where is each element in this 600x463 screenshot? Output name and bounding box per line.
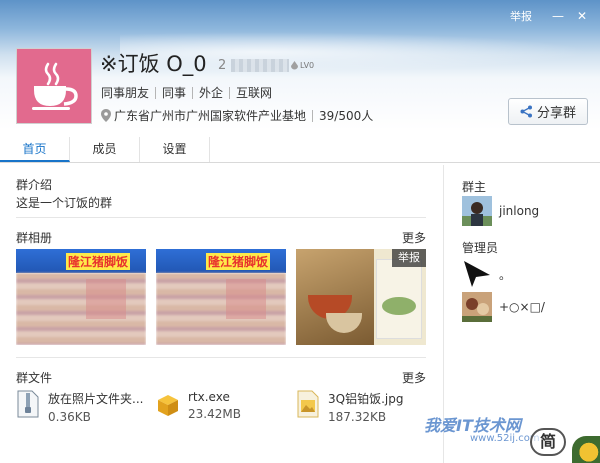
share-icon (520, 105, 532, 118)
share-button-label: 分享群 (536, 106, 576, 121)
owner-member[interactable]: jinlong (462, 196, 539, 226)
group-tags: 同事朋友 同事 外企 互联网 (101, 84, 272, 101)
album-more-link[interactable]: 更多 (402, 229, 426, 246)
tab-settings[interactable]: 设置 (140, 137, 210, 162)
file-name: 3Q铝铂饭.jpg (328, 392, 404, 406)
group-location: 广东省广州市广州国家软件产业基地 39/500人 (101, 107, 373, 124)
files-more-link[interactable]: 更多 (402, 369, 426, 386)
album-photo[interactable]: 隆江猪脚饭 (156, 249, 286, 345)
location-divider (312, 109, 314, 122)
file-item[interactable]: 放在照片文件夹... 0.36KB (16, 390, 143, 424)
avatar (462, 292, 492, 322)
exe-file-icon (156, 390, 180, 418)
member-name: jinlong (499, 204, 540, 218)
group-name: ※订饭 O_0 (100, 52, 207, 76)
tab-home[interactable]: 首页 (0, 137, 70, 162)
photo-blurred-content (156, 273, 286, 345)
group-id: 2 (218, 58, 227, 73)
group-level: LV0 (291, 61, 314, 70)
report-link[interactable]: 举报 (510, 8, 532, 24)
window-controls: 举报 — ✕ (510, 8, 594, 24)
admin-member[interactable]: 。 (462, 259, 511, 289)
divider (16, 217, 426, 218)
admin-title: 管理员 (462, 241, 499, 255)
tag-item: 外企 (199, 86, 224, 100)
file-item[interactable]: rtx.exe 23.42MB (156, 390, 241, 421)
image-file-icon (296, 390, 320, 418)
member-name: +○×□/ (499, 300, 545, 314)
tag-item: 同事 (162, 86, 187, 100)
location-pin-icon (101, 109, 111, 122)
file-size: 0.36KB (48, 410, 91, 424)
tag-item: 互联网 (236, 86, 273, 100)
tag-divider (192, 86, 194, 99)
tab-members[interactable]: 成员 (70, 137, 140, 162)
photo-food-plate (382, 297, 416, 315)
file-item[interactable]: 3Q铝铂饭.jpg 187.32KB (296, 390, 403, 424)
tag-divider (229, 86, 231, 99)
photo-report-button[interactable]: 举报 (392, 249, 426, 267)
tag-divider (155, 86, 157, 99)
avatar (462, 259, 492, 289)
avatar (462, 196, 492, 226)
tag-item: 同事朋友 (101, 86, 150, 100)
intro-text: 这是一个订饭的群 (16, 196, 113, 210)
simplified-chinese-button[interactable]: 简 (530, 428, 566, 456)
files-title: 群文件 (16, 371, 53, 385)
member-count: 39/500人 (319, 109, 374, 123)
owner-title: 群主 (462, 180, 487, 194)
close-button[interactable]: ✕ (570, 8, 594, 24)
photo-blurred-content (16, 273, 146, 345)
file-size: 187.32KB (328, 410, 387, 424)
photo-blurred-content (86, 279, 126, 319)
file-name: 放在照片文件夹... (48, 392, 144, 406)
minimize-button[interactable]: — (546, 8, 570, 24)
group-id-blurred (231, 59, 289, 72)
album-title: 群相册 (16, 231, 53, 245)
photo-blurred-content (226, 279, 266, 319)
album-photo[interactable]: 举报 (296, 249, 426, 345)
location-text: 广东省广州市广州国家软件产业基地 (114, 109, 307, 123)
photo-banner-text: 隆江猪脚饭 (66, 253, 131, 270)
tab-bar: 首页 成员 设置 (0, 137, 600, 163)
intro-title: 群介绍 (16, 178, 53, 192)
admin-member[interactable]: +○×□/ (462, 292, 545, 322)
zip-file-icon (16, 390, 40, 418)
file-size: 23.42MB (188, 407, 241, 421)
drop-icon (291, 61, 298, 70)
corner-decoration (572, 436, 600, 463)
album-photo[interactable]: 隆江猪脚饭 (16, 249, 146, 345)
group-avatar[interactable] (16, 48, 92, 124)
share-group-button[interactable]: 分享群 (508, 98, 588, 125)
member-name: 。 (499, 267, 512, 282)
file-name: rtx.exe (188, 390, 230, 404)
photo-banner-text: 隆江猪脚饭 (206, 253, 271, 270)
divider (16, 357, 426, 358)
teacup-icon (32, 62, 78, 110)
group-level-label: LV0 (300, 61, 315, 70)
